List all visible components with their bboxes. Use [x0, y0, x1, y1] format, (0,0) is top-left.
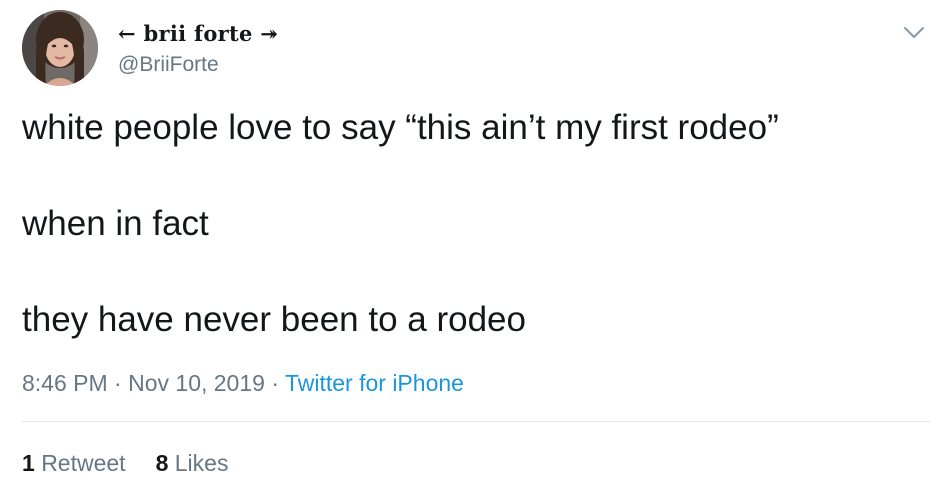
divider [22, 421, 930, 422]
retweets-stat[interactable]: 1 Retweet [22, 450, 126, 476]
tweet-text-line: white people love to say “this ain’t my … [22, 108, 779, 147]
avatar[interactable] [22, 10, 98, 86]
author-handle[interactable]: @BriiForte [118, 51, 219, 79]
retweets-count: 1 [22, 450, 35, 476]
chevron-down-icon[interactable] [902, 22, 926, 42]
tweet-source-link[interactable]: Twitter for iPhone [285, 370, 464, 396]
tweet-date[interactable]: Nov 10, 2019 [128, 370, 265, 396]
likes-label: Likes [174, 450, 229, 476]
tweet-time[interactable]: 8:46 PM [22, 370, 108, 396]
author-display-name[interactable]: ← brii forte ↠ [118, 20, 278, 48]
meta-separator: · [107, 370, 129, 396]
tweet-meta: 8:46 PM · Nov 10, 2019 · Twitter for iPh… [22, 368, 464, 398]
likes-stat[interactable]: 8 Likes [156, 450, 229, 476]
likes-count: 8 [155, 450, 169, 476]
tweet-text-line: they have never been to a rodeo [22, 300, 526, 339]
meta-separator: · [264, 370, 285, 396]
tweet-text-line: when in fact [22, 204, 209, 243]
retweets-label: Retweet [41, 450, 126, 476]
avatar-image [22, 10, 98, 86]
tweet-stats: 1 Retweet 8 Likes [22, 448, 228, 478]
